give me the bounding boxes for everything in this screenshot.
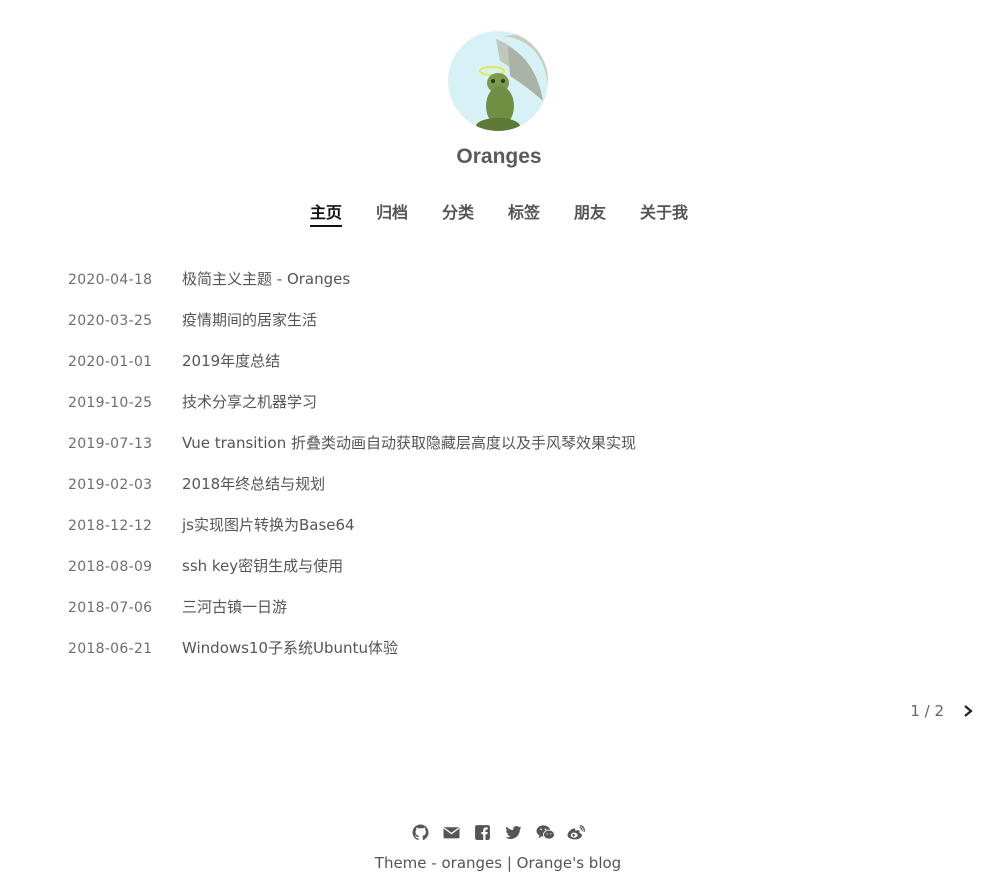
avatar	[448, 31, 548, 131]
nav-item-archive[interactable]: 归档	[376, 199, 408, 227]
pagination: 1 / 2	[910, 702, 976, 720]
nav-item-tags[interactable]: 标签	[508, 199, 540, 227]
main-nav: 主页 归档 分类 标签 朋友 关于我	[0, 199, 998, 227]
post-date: 2018-06-21	[68, 641, 153, 657]
post-title-link[interactable]: 三河古镇一日游	[182, 596, 287, 617]
list-item: 2019-07-13 Vue transition 折叠类动画自动获取隐藏层高度…	[68, 432, 636, 473]
blog-link[interactable]: Orange's blog	[517, 854, 622, 872]
facebook-icon[interactable]	[474, 824, 491, 841]
weibo-icon[interactable]	[567, 824, 585, 841]
post-date: 2018-07-06	[68, 600, 153, 616]
nav-item-home[interactable]: 主页	[309, 199, 342, 227]
list-item: 2019-02-03 2018年终总结与规划	[68, 473, 636, 514]
post-title-link[interactable]: Vue transition 折叠类动画自动获取隐藏层高度以及手风琴效果实现	[182, 432, 636, 453]
theme-link[interactable]: oranges	[441, 854, 502, 872]
footer-separator: |	[502, 854, 517, 872]
post-date: 2018-08-09	[68, 559, 153, 575]
post-list: 2020-04-18 极简主义主题 - Oranges 2020-03-25 疫…	[68, 268, 636, 678]
list-item: 2020-01-01 2019年度总结	[68, 350, 636, 391]
chevron-right-icon	[964, 705, 973, 717]
post-title-link[interactable]: js实现图片转换为Base64	[182, 514, 355, 535]
nav-item-friends[interactable]: 朋友	[574, 199, 606, 227]
post-title-link[interactable]: 极简主义主题 - Oranges	[182, 268, 350, 289]
list-item: 2018-12-12 js实现图片转换为Base64	[68, 514, 636, 555]
post-date: 2019-10-25	[68, 395, 153, 411]
post-date: 2020-03-25	[68, 313, 153, 329]
post-title-link[interactable]: ssh key密钥生成与使用	[182, 555, 343, 576]
site-title[interactable]: Oranges	[0, 145, 998, 169]
post-date: 2020-04-18	[68, 272, 153, 288]
post-date: 2019-02-03	[68, 477, 153, 493]
post-title-link[interactable]: 疫情期间的居家生活	[182, 309, 317, 330]
footer-theme-prefix: Theme -	[374, 854, 442, 872]
page-indicator: 1 / 2	[910, 702, 944, 720]
post-title-link[interactable]: 技术分享之机器学习	[182, 391, 317, 412]
list-item: 2020-03-25 疫情期间的居家生活	[68, 309, 636, 350]
post-title-link[interactable]: 2018年终总结与规划	[182, 473, 325, 494]
social-icons	[0, 824, 996, 841]
post-date: 2018-12-12	[68, 518, 153, 534]
post-date: 2020-01-01	[68, 354, 153, 370]
list-item: 2020-04-18 极简主义主题 - Oranges	[68, 268, 636, 309]
nav-item-categories[interactable]: 分类	[442, 199, 474, 227]
post-title-link[interactable]: 2019年度总结	[182, 350, 280, 371]
list-item: 2018-07-06 三河古镇一日游	[68, 596, 636, 637]
list-item: 2018-08-09 ssh key密钥生成与使用	[68, 555, 636, 596]
list-item: 2019-10-25 技术分享之机器学习	[68, 391, 636, 432]
email-icon[interactable]	[443, 824, 460, 841]
list-item: 2018-06-21 Windows10子系统Ubuntu体验	[68, 637, 636, 678]
post-title-link[interactable]: Windows10子系统Ubuntu体验	[182, 637, 398, 658]
footer-credits: Theme - oranges | Orange's blog	[0, 854, 996, 872]
github-icon[interactable]	[412, 824, 429, 841]
nav-item-about[interactable]: 关于我	[640, 199, 688, 227]
wechat-icon[interactable]	[536, 824, 555, 841]
twitter-icon[interactable]	[505, 824, 522, 841]
post-date: 2019-07-13	[68, 436, 153, 452]
next-page-button[interactable]	[960, 703, 976, 719]
